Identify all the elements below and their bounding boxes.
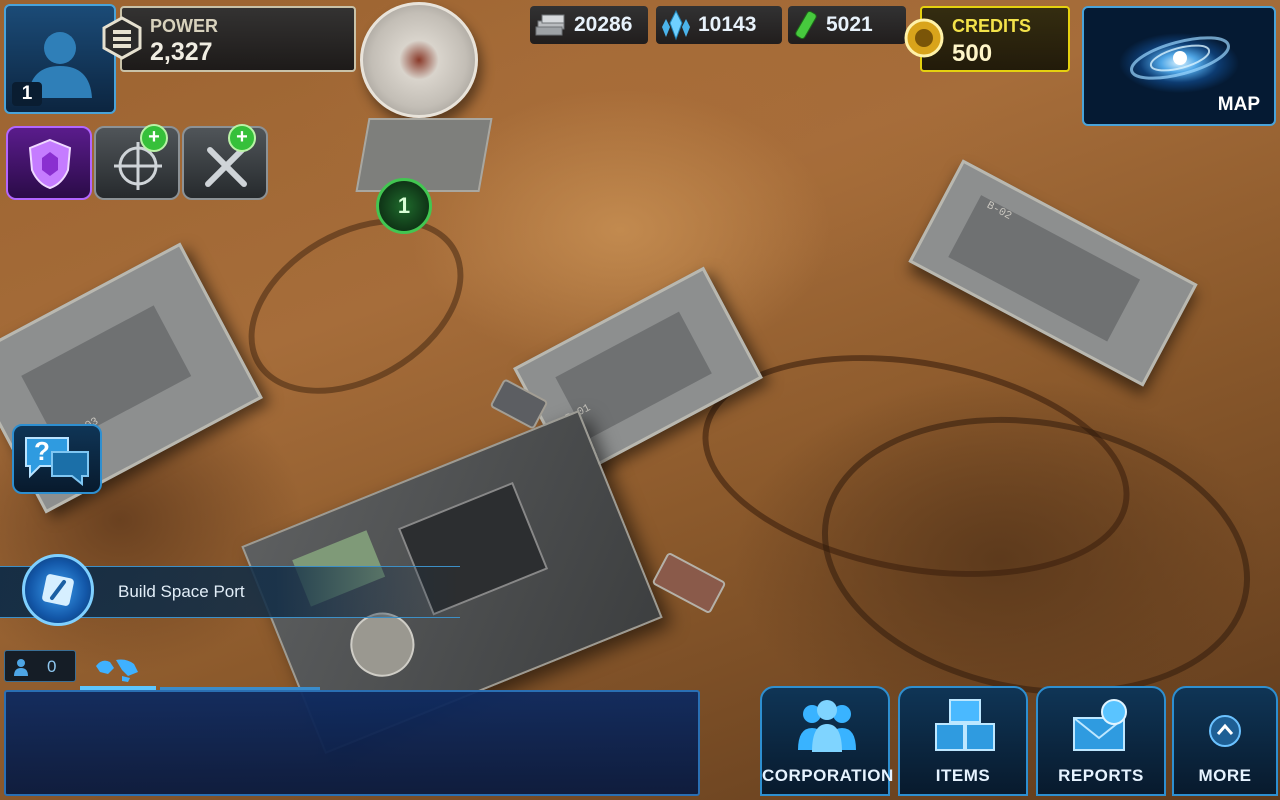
help-chat-icon — [25, 437, 89, 486]
credits-panel[interactable]: CREDITS 500 — [904, 6, 1070, 72]
map-label: MAP — [1217, 94, 1260, 115]
crystal-icon — [662, 9, 690, 41]
world-icon — [96, 659, 138, 682]
map-button[interactable]: MAP — [1082, 6, 1276, 126]
shield-icon — [28, 138, 72, 190]
nav-reports-button[interactable]: REPORTS — [1036, 686, 1166, 796]
nav-label: MORE — [1198, 766, 1252, 785]
metal-icon — [535, 14, 565, 36]
power-panel[interactable]: POWER 2,327 — [102, 6, 356, 72]
power-value: 2,327 — [150, 38, 213, 66]
nav-corporation-button[interactable]: CORPORATION — [760, 686, 894, 796]
crystal-value: 10143 — [698, 13, 757, 36]
vehicle[interactable] — [651, 551, 727, 615]
radar-base[interactable] — [355, 118, 493, 192]
nav-more-button[interactable]: MORE — [1172, 686, 1278, 796]
mission-text: Build Space Port — [118, 582, 245, 601]
radar-building[interactable] — [360, 2, 478, 118]
online-count: 0 — [47, 657, 57, 676]
metal-value: 20286 — [574, 13, 633, 36]
build-icon — [42, 574, 74, 606]
galaxy-icon — [1130, 36, 1230, 80]
envelope-icon — [1073, 699, 1127, 751]
power-label: POWER — [150, 16, 219, 36]
upgrade-plus-badge: + — [228, 124, 256, 152]
resource-crystal[interactable]: 10143 — [656, 6, 782, 44]
crates-icon — [935, 699, 995, 751]
mission-icon-button[interactable] — [22, 554, 94, 626]
upgrade-plus-badge: + — [140, 124, 168, 152]
help-label: ? — [34, 436, 50, 466]
shield-button[interactable] — [6, 126, 92, 200]
online-count-box[interactable]: 0 — [4, 650, 76, 682]
credits-icon — [904, 18, 944, 58]
targeting-button[interactable]: + — [94, 124, 180, 200]
resource-metal[interactable]: 20286 — [530, 6, 648, 44]
landing-pad — [948, 195, 1141, 342]
fuel-value: 5021 — [826, 13, 873, 36]
nav-label: ITEMS — [935, 766, 991, 785]
nav-items-button[interactable]: ITEMS — [898, 686, 1028, 796]
people-icon — [798, 700, 856, 752]
radar-level-badge[interactable]: 1 — [376, 178, 432, 234]
user-icon — [14, 659, 28, 676]
player-level: 1 — [12, 82, 42, 106]
nav-label: CORPORATION — [762, 766, 894, 785]
nav-label: REPORTS — [1058, 766, 1144, 785]
chat-panel[interactable] — [4, 690, 700, 796]
resource-fuel[interactable]: 5021 — [788, 6, 906, 44]
credits-value: 500 — [952, 40, 993, 67]
chevron-up-icon — [1209, 715, 1241, 747]
chat-world-tab[interactable] — [80, 656, 156, 690]
credits-label: CREDITS — [952, 16, 1032, 36]
repair-button[interactable]: + — [182, 124, 268, 200]
base-platform-b02[interactable]: B-02 — [908, 159, 1198, 387]
power-icon — [102, 16, 142, 60]
fuel-icon — [795, 10, 817, 40]
help-button[interactable]: ? — [12, 424, 102, 494]
